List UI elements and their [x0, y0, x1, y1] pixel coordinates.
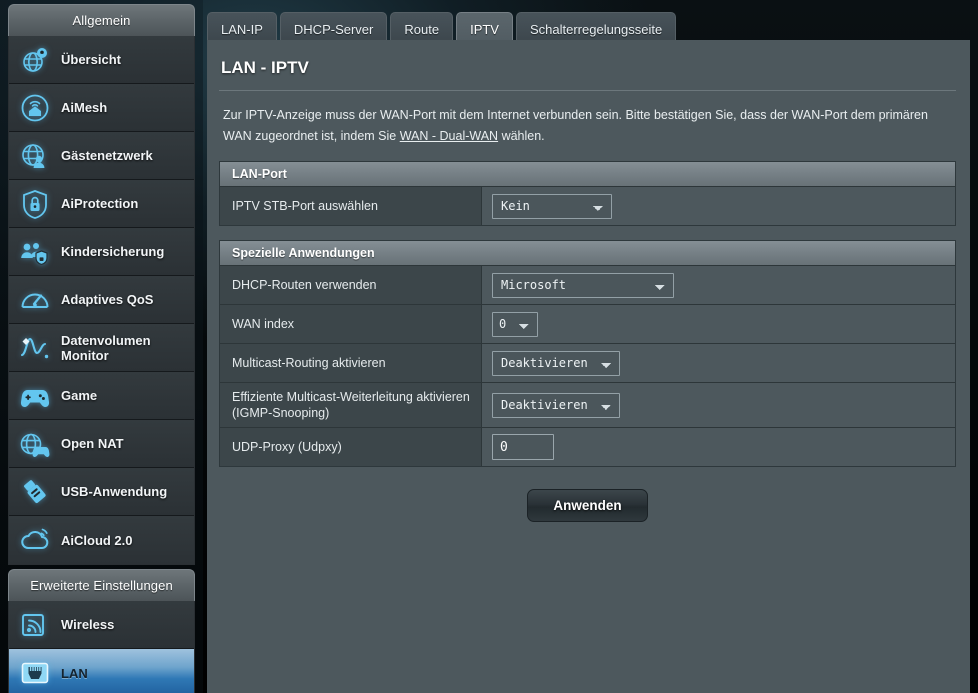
section-lan-port: LAN-Port IPTV STB-Port auswählen Kein: [219, 161, 956, 226]
sidebar-group-header: Erweiterte Einstellungen: [8, 569, 195, 601]
cloud-icon: [19, 524, 51, 556]
description-text-part2: wählen.: [498, 129, 545, 143]
globe-pin-icon: [19, 44, 51, 76]
row-label: WAN index: [220, 305, 482, 343]
row-value: Deaktivieren: [482, 383, 955, 427]
udp-proxy-input[interactable]: [492, 434, 554, 460]
apply-button-container: Anwenden: [219, 489, 956, 522]
sidebar-item-label: LAN: [61, 665, 88, 681]
sidebar-item-label: AiCloud 2.0: [61, 532, 133, 548]
family-shield-icon: [19, 236, 51, 268]
usb-icon: [19, 476, 51, 508]
waveform-icon: [19, 332, 51, 364]
row-igmp-snooping: Effiziente Multicast-Weiterleitung aktiv…: [220, 382, 955, 427]
dhcp-routen-select[interactable]: Microsoft: [492, 272, 674, 298]
sidebar-item-usb-anwendung[interactable]: USB-Anwendung: [9, 468, 194, 516]
description-text-part1: Zur IPTV-Anzeige muss der WAN-Port mit d…: [223, 108, 928, 143]
sidebar-item-game[interactable]: Game: [9, 372, 194, 420]
sidebar-item-label: Game: [61, 388, 98, 403]
igmp-snooping-select[interactable]: Deaktivieren: [492, 392, 620, 418]
sidebar-item-label: Adaptives QoS: [61, 292, 154, 307]
sidebar-item-aicloud[interactable]: AiCloud 2.0: [9, 516, 194, 564]
sidebar-item-adaptives-qos[interactable]: Adaptives QoS: [9, 276, 194, 324]
page-description: Zur IPTV-Anzeige muss der WAN-Port mit d…: [219, 105, 956, 147]
section-header: Spezielle Anwendungen: [220, 241, 955, 265]
row-label: Effiziente Multicast-Weiterleitung aktiv…: [220, 383, 482, 427]
sidebar-item-wireless[interactable]: Wireless: [9, 601, 194, 649]
row-value: Deaktivieren: [482, 344, 955, 382]
sidebar-item-uebersicht[interactable]: Übersicht: [9, 36, 194, 84]
sidebar-item-label: AiProtection: [61, 196, 139, 211]
sidebar-item-kindersicherung[interactable]: Kindersicherung: [9, 228, 194, 276]
row-udp-proxy: UDP-Proxy (Udpxy): [220, 427, 955, 466]
sidebar-item-label: Wireless: [61, 617, 115, 632]
page-title: LAN - IPTV: [221, 58, 309, 77]
sidebar-item-label: USB-Anwendung: [61, 484, 168, 499]
apply-button[interactable]: Anwenden: [527, 489, 648, 522]
row-iptv-stb-port: IPTV STB-Port auswählen Kein: [220, 186, 955, 225]
sidebar-item-gaestenetzwerk[interactable]: Gästenetzwerk: [9, 132, 194, 180]
sidebar-item-aimesh[interactable]: AiMesh: [9, 84, 194, 132]
iptv-stb-port-select[interactable]: Kein: [492, 193, 612, 219]
section-spezielle-anwendungen: Spezielle Anwendungen DHCP-Routen verwen…: [219, 240, 956, 467]
sidebar-group-allgemein: Allgemein Übersicht AiMesh Gästenetzwerk…: [0, 4, 203, 565]
sidebar-item-label: Gästenetzwerk: [61, 148, 153, 163]
main-content: LAN-IP DHCP-Server Route IPTV Schalterre…: [207, 0, 978, 693]
row-multicast-routing: Multicast-Routing aktivieren Deaktiviere…: [220, 343, 955, 382]
gamepad-icon: [19, 380, 51, 412]
sidebar-item-lan[interactable]: LAN: [9, 649, 194, 693]
globe-gamepad-icon: [19, 428, 51, 460]
row-value: 0: [482, 305, 955, 343]
row-label: IPTV STB-Port auswählen: [220, 187, 482, 225]
row-label: UDP-Proxy (Udpxy): [220, 428, 482, 466]
speedometer-icon: [19, 284, 51, 316]
ethernet-port-icon: [19, 657, 51, 689]
sidebar-item-label: AiMesh: [61, 100, 108, 115]
row-dhcp-routen: DHCP-Routen verwenden Microsoft: [220, 265, 955, 304]
sidebar-item-label: Kindersicherung: [61, 244, 165, 259]
globe-users-icon: [19, 140, 51, 172]
sidebar-item-label: Datenvolumen Monitor: [61, 332, 151, 363]
wan-dual-wan-link[interactable]: WAN - Dual-WAN: [400, 129, 498, 143]
content-panel: LAN - IPTV Zur IPTV-Anzeige muss der WAN…: [207, 40, 970, 693]
row-wan-index: WAN index 0: [220, 304, 955, 343]
row-value: Microsoft: [482, 266, 955, 304]
mesh-house-icon: [19, 92, 51, 124]
sidebar-group-header: Allgemein: [8, 4, 195, 36]
sidebar-item-datenvolumen-monitor[interactable]: Datenvolumen Monitor: [9, 324, 194, 372]
row-value: Kein: [482, 187, 955, 225]
wan-index-select[interactable]: 0: [492, 311, 538, 337]
multicast-routing-select[interactable]: Deaktivieren: [492, 350, 620, 376]
row-label: Multicast-Routing aktivieren: [220, 344, 482, 382]
sidebar: Allgemein Übersicht AiMesh Gästenetzwerk…: [0, 0, 203, 693]
shield-lock-icon: [19, 188, 51, 220]
router-admin-page: Allgemein Übersicht AiMesh Gästenetzwerk…: [0, 0, 978, 693]
row-value: [482, 428, 955, 466]
row-label: DHCP-Routen verwenden: [220, 266, 482, 304]
sidebar-group-body: Wireless LAN: [8, 601, 195, 693]
section-header: LAN-Port: [220, 162, 955, 186]
sidebar-group-erweitert: Erweiterte Einstellungen Wireless LAN: [0, 569, 203, 693]
title-divider: [219, 90, 956, 91]
sidebar-item-aiprotection[interactable]: AiProtection: [9, 180, 194, 228]
sidebar-group-body: Übersicht AiMesh Gästenetzwerk AiProtect…: [8, 36, 195, 565]
wifi-signal-icon: [19, 609, 51, 641]
sidebar-item-label: Open NAT: [61, 436, 124, 451]
sidebar-item-open-nat[interactable]: Open NAT: [9, 420, 194, 468]
sidebar-item-label: Übersicht: [61, 52, 121, 67]
